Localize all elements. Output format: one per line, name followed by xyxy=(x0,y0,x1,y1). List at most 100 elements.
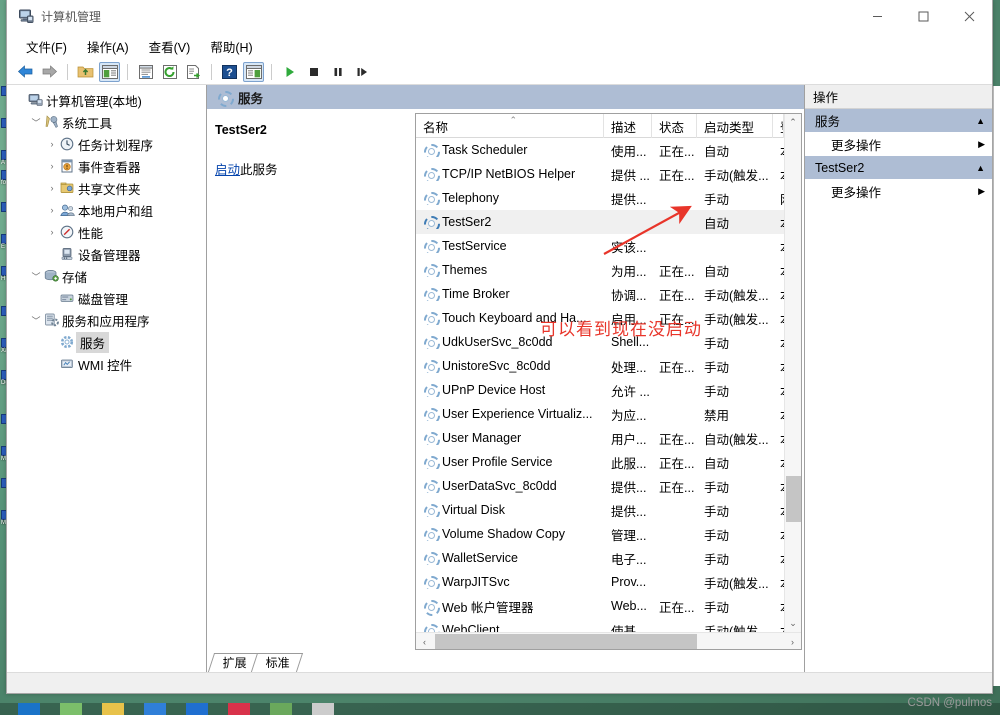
tree-item-性能[interactable]: › 性能 xyxy=(7,221,206,243)
taskbar[interactable] xyxy=(0,703,1000,715)
pause-service-icon[interactable] xyxy=(327,62,348,82)
horizontal-scrollbar[interactable]: ‹ › xyxy=(416,632,801,649)
table-row[interactable]: User Experience Virtualiz... 为应... 禁用 本 xyxy=(416,402,784,426)
collapse-chevron-icon[interactable]: ▲ xyxy=(976,163,985,173)
column-header-start[interactable]: 启动类型 xyxy=(697,114,773,138)
export-list-icon[interactable] xyxy=(183,62,204,82)
table-row[interactable]: Virtual Disk 提供... 手动 本 xyxy=(416,498,784,522)
stop-service-icon[interactable] xyxy=(303,62,324,82)
tree-item-设备管理器[interactable]: 设备管理器 xyxy=(7,243,206,265)
table-row[interactable]: WebClient 使基... 手动(触发... 本 xyxy=(416,618,784,632)
taskbar-icon[interactable] xyxy=(18,703,40,715)
vertical-scrollbar-track[interactable] xyxy=(785,131,801,615)
tree-twisty-icon[interactable]: ﹀ xyxy=(29,116,43,129)
column-header-name[interactable]: 名称 ⌃ xyxy=(416,114,604,138)
menu-item-file[interactable]: 文件(F) xyxy=(16,34,77,59)
horizontal-scrollbar-thumb[interactable] xyxy=(435,634,697,649)
column-header-logon[interactable]: 登 xyxy=(773,114,784,138)
tree-item-服务[interactable]: 服务 xyxy=(7,331,206,353)
table-row[interactable]: Telephony 提供... 手动 网 xyxy=(416,186,784,210)
table-row[interactable]: Task Scheduler 使用... 正在... 自动 本 xyxy=(416,138,784,162)
submenu-chevron-icon[interactable]: ▶ xyxy=(978,186,985,197)
tree-item-任务计划程序[interactable]: › 任务计划程序 xyxy=(7,133,206,155)
maximize-button[interactable] xyxy=(900,0,946,33)
taskbar-icon[interactable] xyxy=(312,703,334,715)
refresh-icon[interactable] xyxy=(159,62,180,82)
table-row[interactable]: Volume Shadow Copy 管理... 手动 本 xyxy=(416,522,784,546)
minimize-button[interactable] xyxy=(854,0,900,33)
table-row[interactable]: UdkUserSvc_8c0dd Shell... 手动 本 xyxy=(416,330,784,354)
scroll-right-arrow-icon[interactable]: › xyxy=(784,633,801,650)
taskbar-icon[interactable] xyxy=(60,703,82,715)
start-service-link[interactable]: 启动 xyxy=(215,163,240,177)
menu-item-help[interactable]: 帮助(H) xyxy=(200,34,262,59)
table-row[interactable]: User Manager 用户... 正在... 自动(触发... 本 xyxy=(416,426,784,450)
table-row[interactable]: TestService 实该... 本 xyxy=(416,234,784,258)
taskbar-icon[interactable] xyxy=(186,703,208,715)
tree-twisty-icon[interactable]: ﹀ xyxy=(29,314,43,327)
table-row[interactable]: TestSer2 自动 本 xyxy=(416,210,784,234)
action-item-more-actions[interactable]: 更多操作 ▶ xyxy=(805,132,992,156)
table-row[interactable]: Web 帐户管理器 Web... 正在... 手动 本 xyxy=(416,594,784,618)
service-gear-icon xyxy=(423,599,440,616)
tree-item-共享文件夹[interactable]: › 共享文件夹 xyxy=(7,177,206,199)
table-row[interactable]: TCP/IP NetBIOS Helper 提供 ... 正在... 手动(触发...… xyxy=(416,162,784,186)
tree-twisty-icon[interactable]: › xyxy=(45,227,59,237)
tree-twisty-icon[interactable]: › xyxy=(45,205,59,215)
table-row[interactable]: UnistoreSvc_8c0dd 处理... 正在... 手动 本 xyxy=(416,354,784,378)
properties-icon[interactable] xyxy=(135,62,156,82)
table-row[interactable]: WarpJITSvc Prov... 手动(触发... 本 xyxy=(416,570,784,594)
scroll-down-arrow-icon[interactable]: ⌄ xyxy=(785,615,801,632)
tree-twisty-icon[interactable]: › xyxy=(45,139,59,149)
up-folder-icon[interactable] xyxy=(75,62,96,82)
tree-twisty-icon[interactable]: ﹀ xyxy=(29,270,43,283)
show-console-tree-icon[interactable] xyxy=(99,61,120,82)
table-row[interactable]: WalletService 电子... 手动 本 xyxy=(416,546,784,570)
tree-twisty-icon[interactable]: › xyxy=(45,183,59,193)
tree-item-本地用户和组[interactable]: › 本地用户和组 xyxy=(7,199,206,221)
restart-service-icon[interactable] xyxy=(351,62,372,82)
vertical-scrollbar-thumb[interactable] xyxy=(786,476,801,522)
tree-item-系统工具[interactable]: ﹀ 系统工具 xyxy=(7,111,206,133)
tree-item-事件查看器[interactable]: › 事件查看器 xyxy=(7,155,206,177)
scroll-up-arrow-icon[interactable]: ⌃ xyxy=(785,114,801,131)
forward-icon[interactable] xyxy=(39,62,60,82)
taskbar-icon[interactable] xyxy=(102,703,124,715)
table-row[interactable]: UPnP Device Host 允许 ... 手动 本 xyxy=(416,378,784,402)
table-row[interactable]: Touch Keyboard and Ha... 启用... 正在... 手动(触发.… xyxy=(416,306,784,330)
close-button[interactable] xyxy=(946,0,992,33)
start-service-icon[interactable] xyxy=(279,62,300,82)
help-icon[interactable]: ? xyxy=(219,62,240,82)
vertical-scrollbar[interactable]: ⌃ ⌄ xyxy=(784,114,801,632)
taskbar-icon[interactable] xyxy=(270,703,292,715)
background-window-sliver[interactable] xyxy=(993,86,1000,686)
tree-item-WMI控件[interactable]: WMI 控件 xyxy=(7,353,206,375)
taskbar-icon[interactable] xyxy=(228,703,250,715)
collapse-chevron-icon[interactable]: ▲ xyxy=(976,116,985,126)
table-row[interactable]: Themes 为用... 正在... 自动 本 xyxy=(416,258,784,282)
tab-标准[interactable]: 标准 xyxy=(250,653,304,672)
tree-item-服务和应用程序[interactable]: ﹀ 服务和应用程序 xyxy=(7,309,206,331)
tree-twisty-icon[interactable]: › xyxy=(45,161,59,171)
taskbar-icon[interactable] xyxy=(144,703,166,715)
menu-item-action[interactable]: 操作(A) xyxy=(77,34,139,59)
table-row[interactable]: User Profile Service 此服... 正在... 自动 本 xyxy=(416,450,784,474)
back-icon[interactable] xyxy=(15,62,36,82)
horizontal-scrollbar-track[interactable] xyxy=(433,633,784,649)
column-header-state[interactable]: 状态 xyxy=(652,114,697,138)
action-group-TestSer2[interactable]: TestSer2 ▲ xyxy=(805,156,992,179)
action-group-服务[interactable]: 服务 ▲ xyxy=(805,109,992,132)
scroll-left-arrow-icon[interactable]: ‹ xyxy=(416,633,433,650)
action-item-more-actions[interactable]: 更多操作 ▶ xyxy=(805,179,992,203)
console-tree-pane[interactable]: 计算机管理(本地) ﹀ 系统工具 › 任务计划程序 › 事件查看器 › 共享文件夹 › 本地用户和组… xyxy=(7,85,207,672)
table-row[interactable]: UserDataSvc_8c0dd 提供... 正在... 手动 本 xyxy=(416,474,784,498)
title-bar[interactable]: 计算机管理 xyxy=(7,0,992,33)
menu-item-view[interactable]: 查看(V) xyxy=(139,34,201,59)
tree-item-磁盘管理[interactable]: 磁盘管理 xyxy=(7,287,206,309)
tree-item-计算机管理本地[interactable]: 计算机管理(本地) xyxy=(7,89,206,111)
tree-item-存储[interactable]: ﹀ 存储 xyxy=(7,265,206,287)
table-row[interactable]: Time Broker 协调... 正在... 手动(触发... 本 xyxy=(416,282,784,306)
column-header-desc[interactable]: 描述 xyxy=(604,114,652,138)
submenu-chevron-icon[interactable]: ▶ xyxy=(978,139,985,150)
show-action-pane-icon[interactable] xyxy=(243,61,264,82)
